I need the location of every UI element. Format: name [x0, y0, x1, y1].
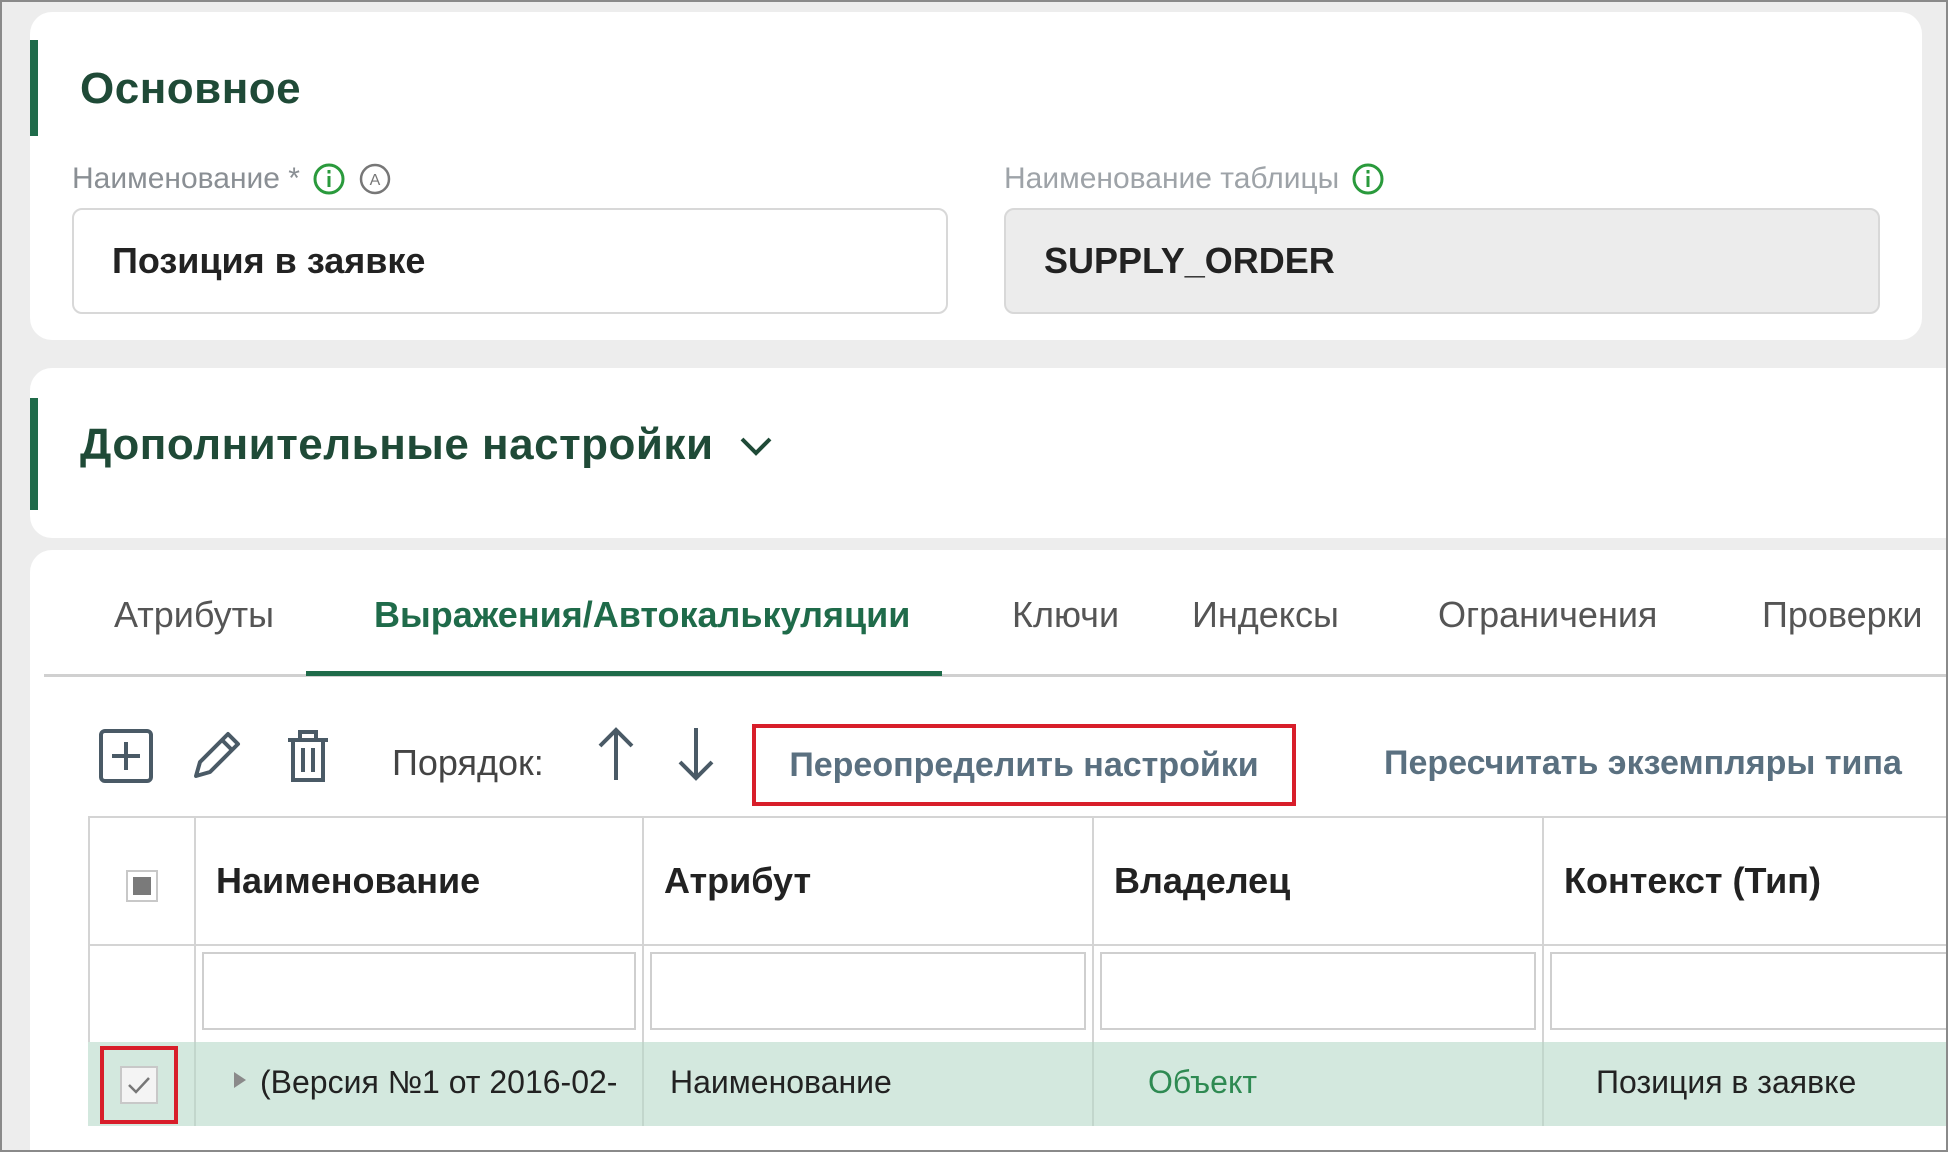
override-settings-link[interactable]: Переопределить настройки	[752, 724, 1296, 806]
filter-name-input[interactable]	[202, 952, 636, 1030]
tab-indexes[interactable]: Индексы	[1192, 594, 1339, 636]
basic-section: Основное Наименование * A Позиция в заяв…	[30, 12, 1922, 340]
row-context-cell: Позиция в заявке	[1596, 1064, 1857, 1100]
grid-line	[88, 816, 1946, 818]
basic-section-title: Основное	[80, 64, 302, 113]
name-label-text: Наименование *	[72, 162, 300, 195]
active-tab-indicator	[306, 671, 942, 676]
add-icon[interactable]	[96, 726, 156, 786]
edit-icon[interactable]	[186, 726, 246, 786]
section-accent-bar	[30, 398, 38, 510]
grid-line	[642, 1042, 644, 1126]
column-header-owner[interactable]: Владелец	[1114, 860, 1290, 902]
tabs-section: Атрибуты Выражения/Автокалькуляции Ключи…	[30, 550, 1946, 1150]
tab-bar: Атрибуты Выражения/Автокалькуляции Ключи…	[44, 550, 1946, 676]
svg-text:A: A	[370, 172, 381, 189]
tab-checks[interactable]: Проверки	[1762, 594, 1923, 636]
table-name-input: SUPPLY_ORDER	[1004, 208, 1880, 314]
grid-line	[1092, 1042, 1094, 1126]
row-owner-link[interactable]: Объект	[1148, 1064, 1257, 1101]
expand-row-icon[interactable]	[234, 1072, 246, 1088]
row-name-cell: (Версия №1 от 2016-02-	[260, 1064, 618, 1100]
delete-icon[interactable]	[278, 726, 338, 786]
select-all-checkbox[interactable]	[126, 870, 158, 902]
auto-icon[interactable]: A	[358, 162, 392, 196]
tab-keys[interactable]: Ключи	[1012, 594, 1119, 636]
name-input[interactable]: Позиция в заявке	[72, 208, 948, 314]
extra-settings-title: Дополнительные настройки	[80, 420, 714, 469]
tab-constraints[interactable]: Ограничения	[1438, 594, 1657, 636]
info-icon[interactable]	[312, 162, 346, 196]
table-label-text: Наименование таблицы	[1004, 162, 1340, 195]
column-header-context[interactable]: Контекст (Тип)	[1564, 860, 1821, 902]
chevron-down-icon[interactable]	[738, 420, 774, 470]
recalc-instances-link[interactable]: Пересчитать экземпляры типа	[1384, 744, 1902, 783]
table-name-field-label: Наименование таблицы	[1004, 162, 1385, 196]
order-label: Порядок:	[392, 742, 544, 783]
grid-line	[1542, 1042, 1544, 1126]
arrow-down-icon[interactable]	[674, 724, 718, 784]
filter-context-input[interactable]	[1550, 952, 1946, 1030]
row-checkbox-highlight	[100, 1046, 178, 1124]
column-header-name[interactable]: Наименование	[216, 860, 480, 902]
row-attribute-cell: Наименование	[670, 1064, 892, 1100]
tab-expressions[interactable]: Выражения/Автокалькуляции	[374, 594, 910, 636]
arrow-up-icon[interactable]	[594, 724, 638, 784]
section-accent-bar	[30, 40, 38, 136]
grid-line	[88, 944, 1946, 946]
extra-settings-header[interactable]: Дополнительные настройки	[80, 420, 774, 470]
name-field-label: Наименование * A	[72, 162, 392, 196]
window: Основное Наименование * A Позиция в заяв…	[0, 0, 1948, 1152]
filter-attribute-input[interactable]	[650, 952, 1086, 1030]
tab-attributes[interactable]: Атрибуты	[114, 594, 274, 636]
column-header-attribute[interactable]: Атрибут	[664, 860, 811, 902]
info-icon[interactable]	[1351, 162, 1385, 196]
extra-settings-section[interactable]: Дополнительные настройки	[30, 368, 1946, 538]
grid-line	[194, 1042, 196, 1126]
expressions-table: Наименование Атрибут Владелец Контекст (…	[88, 816, 1946, 1150]
filter-owner-input[interactable]	[1100, 952, 1536, 1030]
